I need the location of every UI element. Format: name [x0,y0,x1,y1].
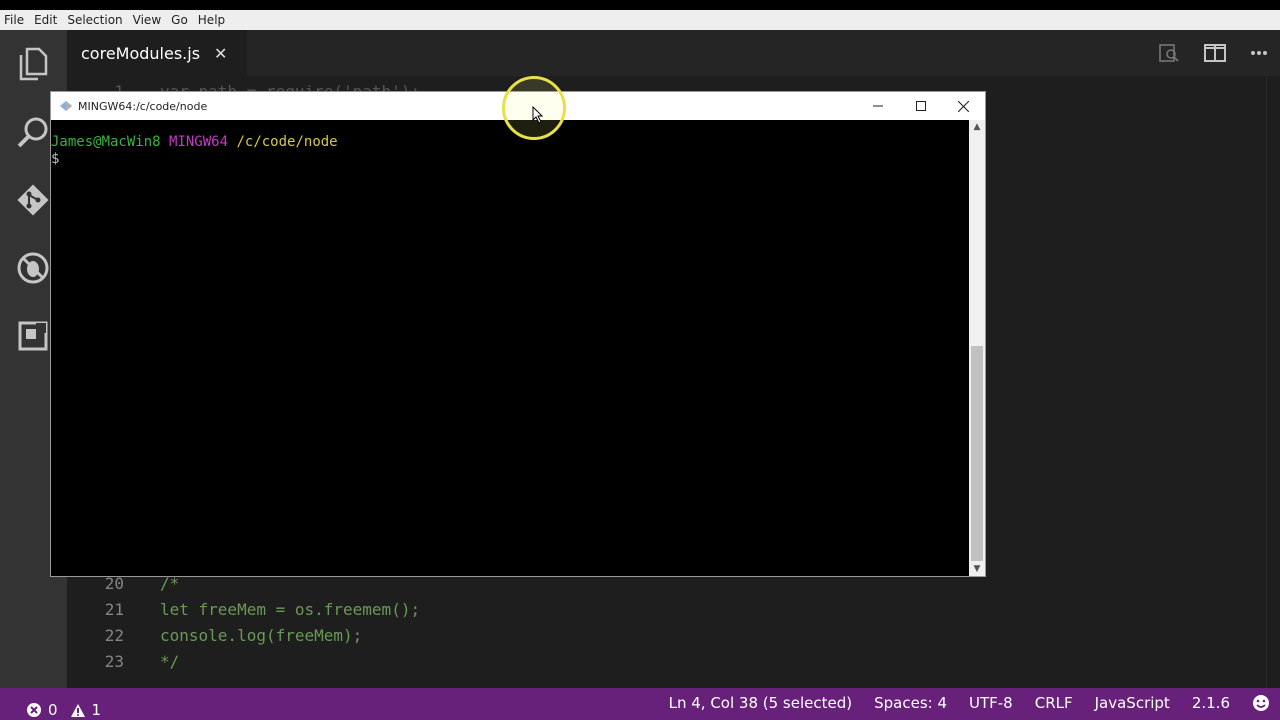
code-line: 21 let freeMem = os.freemem(); [67,596,420,622]
terminal-user: James@MacWin8 [51,134,161,150]
tab-coremodules[interactable]: coreModules.js ✕ [67,30,247,76]
feedback-smiley-icon[interactable] [1252,694,1270,712]
menu-file[interactable]: File [0,13,29,27]
code-line: 22 console.log(freeMem); [67,622,363,648]
error-icon [27,703,41,717]
tab-close-icon[interactable]: ✕ [214,44,227,63]
tab-label: coreModules.js [81,43,201,63]
problems-indicator[interactable]: 0 1 [0,701,101,719]
terminal-body[interactable]: James@MacWin8 MINGW64 /c/code/node $ [51,120,969,576]
menu-view[interactable]: View [128,13,166,27]
scroll-down-icon[interactable]: ▼ [969,562,985,576]
split-editor-icon[interactable] [1204,44,1226,62]
top-strip [0,0,1280,10]
minimize-button[interactable] [856,92,899,120]
prompt-line: $ [51,151,969,168]
maximize-icon [915,101,926,111]
line-ending[interactable]: CRLF [1035,694,1073,712]
error-count: 0 [48,701,58,719]
code-text: let freeMem = os.freemem(); [160,599,421,619]
maximize-button[interactable] [899,92,942,120]
scrollbar-thumb[interactable] [971,346,983,561]
code-text: console.log(freeMem); [160,625,363,645]
status-bar: 0 1 Ln 4, Col 38 (5 selected) Spaces: 4 … [0,688,1280,720]
minimize-icon [872,105,883,107]
menu-selection[interactable]: Selection [62,13,127,27]
mingw-app-icon [60,101,72,111]
status-right: Ln 4, Col 38 (5 selected) Spaces: 4 UTF-… [669,694,1280,712]
tab-bar: coreModules.js ✕ [67,30,1280,76]
warning-count: 1 [91,701,102,719]
encoding[interactable]: UTF-8 [969,694,1013,712]
line-number: 21 [104,599,124,619]
code-line: 23 */ [67,648,180,674]
terminal-path: /c/code/node [236,134,338,150]
editor-actions [1158,30,1280,76]
typescript-version[interactable]: 2.1.6 [1192,694,1230,712]
terminal-title: MINGW64:/c/code/node [78,99,208,113]
editor-scrollbar[interactable] [1266,76,1280,688]
indentation[interactable]: Spaces: 4 [874,694,947,712]
debug-icon[interactable] [13,248,53,288]
close-button[interactable] [942,92,985,120]
close-icon [958,100,969,112]
code-text: */ [160,651,180,671]
terminal-window[interactable]: MINGW64:/c/code/node James@MacWin8 MINGW… [50,91,986,577]
mouse-cursor-icon [532,106,544,124]
prompt-header: James@MacWin8 MINGW64 /c/code/node [51,134,969,151]
explorer-icon[interactable] [13,44,53,84]
terminal-prompt: $ [51,151,60,167]
menu-go[interactable]: Go [166,13,193,27]
menu-bar: File Edit Selection View Go Help [0,10,1280,30]
line-number: 22 [104,625,124,645]
language-mode[interactable]: JavaScript [1095,694,1170,712]
scroll-up-icon[interactable]: ▲ [969,120,985,134]
open-changes-icon[interactable] [1158,43,1180,63]
git-icon[interactable] [13,180,53,220]
line-number: 23 [104,651,124,671]
warning-icon [70,703,85,717]
extensions-icon[interactable] [13,316,53,356]
menu-help[interactable]: Help [193,13,230,27]
terminal-system: MINGW64 [169,134,229,150]
search-icon[interactable] [13,112,53,152]
more-actions-icon[interactable] [1250,50,1268,56]
menu-edit[interactable]: Edit [29,13,62,27]
cursor-position[interactable]: Ln 4, Col 38 (5 selected) [669,694,853,712]
terminal-scrollbar[interactable]: ▲ ▼ [969,120,985,576]
